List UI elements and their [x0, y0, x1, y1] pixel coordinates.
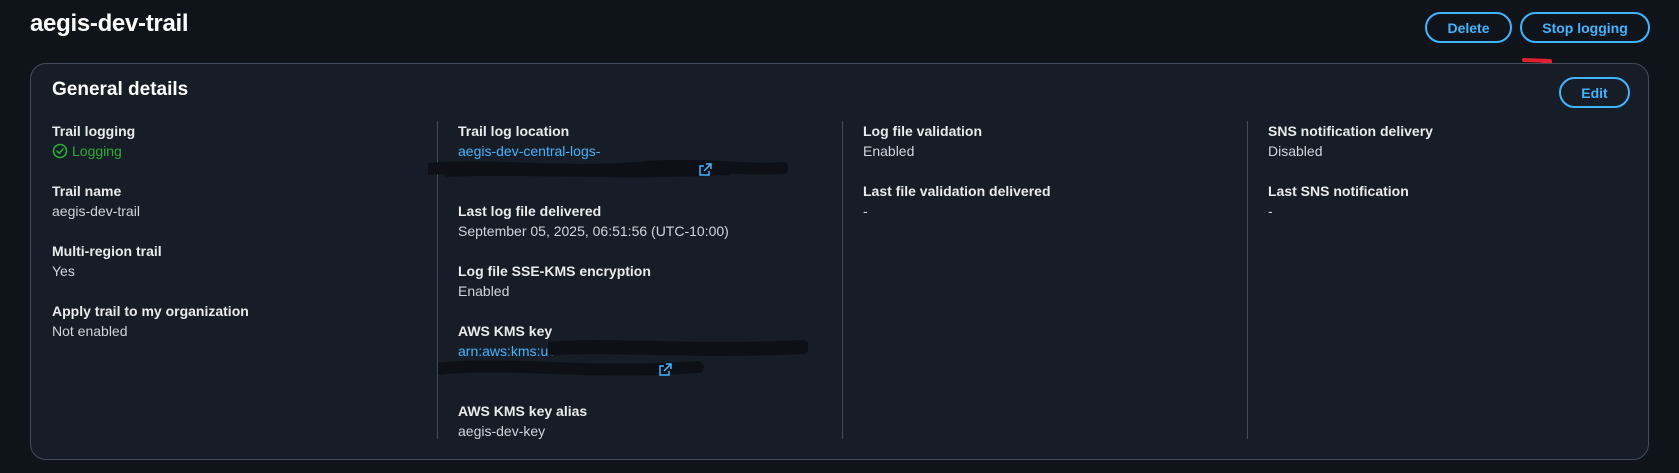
trail-logging-status: Logging — [52, 141, 427, 161]
page-title: aegis-dev-trail — [30, 10, 189, 37]
details-column-1: Trail logging Logging Trail name aegis-d… — [52, 121, 427, 361]
details-column-4: SNS notification delivery Disabled Last … — [1247, 121, 1643, 439]
redacted-region — [438, 360, 833, 381]
trail-name-label: Trail name — [52, 183, 122, 199]
redaction-scribble — [438, 360, 704, 376]
multi-region-label: Multi-region trail — [52, 243, 162, 259]
trail-logging-field: Trail logging Logging — [52, 121, 427, 161]
apply-org-label: Apply trail to my organization — [52, 303, 249, 319]
sns-label: SNS notification delivery — [1268, 123, 1433, 139]
delete-button[interactable]: Delete — [1425, 12, 1512, 43]
multi-region-field: Multi-region trail Yes — [52, 241, 427, 281]
card-title: General details — [52, 79, 189, 100]
sns-value: Disabled — [1268, 143, 1323, 159]
last-validation-value: - — [863, 203, 868, 219]
trail-logging-label: Trail logging — [52, 123, 136, 139]
last-sns-label: Last SNS notification — [1268, 183, 1409, 199]
check-circle-icon — [52, 143, 68, 159]
trail-name-field: Trail name aegis-dev-trail — [52, 181, 427, 221]
trail-name-value: aegis-dev-trail — [52, 203, 140, 219]
validation-value: Enabled — [863, 143, 915, 159]
stop-logging-button[interactable]: Stop logging — [1520, 12, 1650, 43]
multi-region-value: Yes — [52, 263, 75, 279]
sse-kms-field: Log file SSE-KMS encryption Enabled — [458, 261, 833, 301]
apply-org-value: Not enabled — [52, 323, 128, 339]
last-delivered-label: Last log file delivered — [458, 203, 602, 219]
trail-logging-value: Logging — [72, 143, 122, 159]
sse-kms-value: Enabled — [458, 283, 510, 299]
external-link-icon[interactable] — [658, 363, 672, 377]
kms-key-field: AWS KMS key arn:aws:kms:us- — [438, 321, 833, 381]
last-delivered-field: Last log file delivered September 05, 20… — [458, 201, 833, 241]
last-validation-field: Last file validation delivered - — [863, 181, 1238, 221]
edit-button[interactable]: Edit — [1559, 77, 1630, 108]
validation-label: Log file validation — [863, 123, 983, 139]
details-column-2: Trail log location aegis-dev-central-log… — [428, 121, 833, 441]
last-delivered-value: September 05, 2025, 06:51:56 (UTC-10:00) — [458, 223, 729, 239]
general-details-card: General details Trail logging Logging Tr… — [30, 63, 1649, 460]
kms-alias-field: AWS KMS key alias aegis-dev-key — [458, 401, 833, 441]
log-location-field: Trail log location aegis-dev-central-log… — [428, 121, 833, 181]
sse-kms-label: Log file SSE-KMS encryption — [458, 263, 651, 279]
external-link-icon[interactable] — [698, 163, 712, 177]
details-column-3: Log file validation Enabled Last file va… — [842, 121, 1238, 439]
sns-field: SNS notification delivery Disabled — [1268, 121, 1643, 161]
last-sns-field: Last SNS notification - — [1268, 181, 1643, 221]
validation-field: Log file validation Enabled — [863, 121, 1238, 161]
last-sns-value: - — [1268, 203, 1273, 219]
apply-org-field: Apply trail to my organization Not enabl… — [52, 301, 427, 341]
trail-details-page: aegis-dev-trail Delete Stop logging Gene… — [0, 0, 1679, 473]
log-location-label: Trail log location — [458, 123, 570, 139]
last-validation-label: Last file validation delivered — [863, 183, 1051, 199]
redacted-region — [428, 159, 833, 181]
kms-alias-label: AWS KMS key alias — [458, 403, 588, 419]
kms-alias-value: aegis-dev-key — [458, 423, 546, 439]
redaction-scribble — [428, 159, 788, 178]
